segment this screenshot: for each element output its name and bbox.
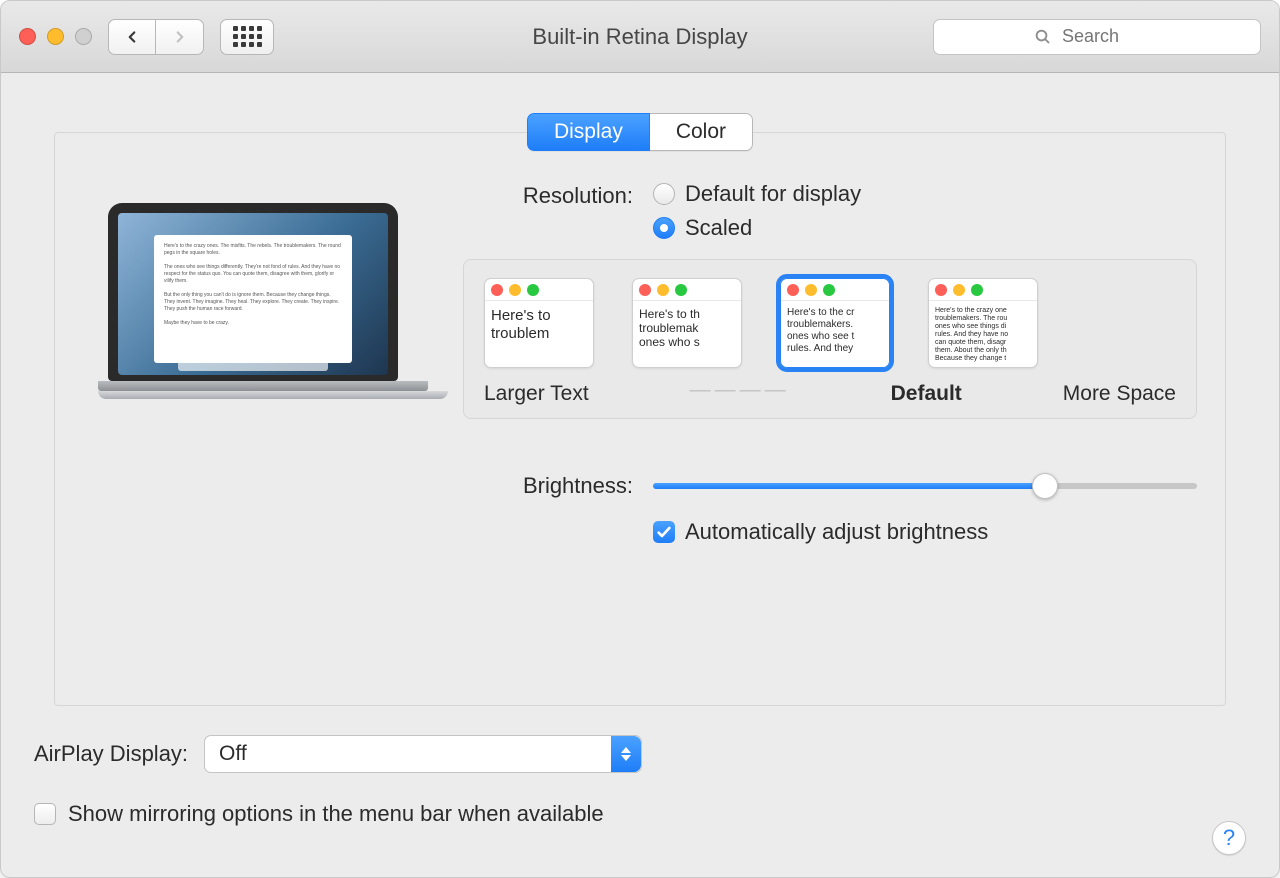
scale-axis-right: More Space	[1063, 382, 1176, 406]
tab-color[interactable]: Color	[650, 113, 753, 151]
resolution-default-radio[interactable]: Default for display	[653, 181, 861, 207]
airplay-select[interactable]: Off	[204, 735, 642, 773]
radio-label: Default for display	[685, 181, 861, 207]
bottom-section: AirPlay Display: Off Show mirroring opti…	[34, 735, 1246, 827]
resolution-label: Resolution:	[463, 181, 633, 209]
scale-option-4[interactable]: Here's to the crazy one troublemakers. T…	[928, 278, 1038, 368]
pane-tabs: Display Color	[1, 113, 1279, 151]
radio-icon	[653, 183, 675, 205]
window-controls	[19, 28, 92, 45]
radio-checked-icon	[653, 217, 675, 239]
scale-preview-text: Here's to the cr troublemakers. ones who…	[781, 301, 889, 361]
radio-label: Scaled	[685, 215, 752, 241]
minimize-window-button[interactable]	[47, 28, 64, 45]
scale-option-3-selected[interactable]: Here's to the cr troublemakers. ones who…	[780, 278, 890, 368]
titlebar: Built-in Retina Display	[1, 1, 1279, 73]
tab-display[interactable]: Display	[527, 113, 650, 151]
scale-preview-text: Here's to troublem	[485, 301, 593, 349]
mirroring-label: Show mirroring options in the menu bar w…	[68, 801, 604, 827]
scale-option-2[interactable]: Here's to th troublemak ones who s	[632, 278, 742, 368]
help-button[interactable]: ?	[1212, 821, 1246, 855]
grid-icon	[233, 26, 262, 47]
chevron-left-icon	[123, 28, 141, 46]
stepper-arrows-icon	[611, 736, 641, 772]
laptop-preview: Here's to the crazy ones. The misfits. T…	[83, 181, 423, 681]
search-field[interactable]	[933, 19, 1261, 55]
auto-brightness-label: Automatically adjust brightness	[685, 519, 988, 545]
nav-back-forward	[108, 19, 204, 55]
checkmark-icon	[656, 524, 672, 540]
preferences-window: Built-in Retina Display Display Color He…	[0, 0, 1280, 878]
scale-axis-default: Default	[891, 382, 962, 406]
auto-brightness-checkbox[interactable]	[653, 521, 675, 543]
resolution-scaled-radio[interactable]: Scaled	[653, 215, 861, 241]
laptop-preview-text: Here's to the crazy ones. The misfits. T…	[154, 235, 352, 363]
brightness-slider[interactable]	[653, 474, 1197, 498]
airplay-label: AirPlay Display:	[34, 741, 188, 767]
zoom-window-button[interactable]	[75, 28, 92, 45]
scale-axis-left: Larger Text	[484, 382, 589, 406]
back-button[interactable]	[108, 19, 156, 55]
scale-preview-text: Here's to the crazy one troublemakers. T…	[929, 301, 1037, 368]
airplay-value: Off	[219, 742, 247, 766]
forward-button[interactable]	[156, 19, 204, 55]
scale-preview-text: Here's to th troublemak ones who s	[633, 301, 741, 355]
search-input[interactable]	[1062, 26, 1242, 47]
help-icon: ?	[1223, 825, 1235, 851]
scale-option-1[interactable]: Here's to troublem	[484, 278, 594, 368]
scale-axis-divider: ————	[690, 378, 790, 402]
search-icon	[1034, 28, 1052, 46]
show-all-button[interactable]	[220, 19, 274, 55]
chevron-right-icon	[171, 28, 189, 46]
dock-icon	[178, 359, 328, 371]
mirroring-checkbox[interactable]	[34, 803, 56, 825]
display-panel: Here's to the crazy ones. The misfits. T…	[54, 132, 1226, 706]
close-window-button[interactable]	[19, 28, 36, 45]
brightness-label: Brightness:	[463, 473, 633, 499]
slider-knob-icon	[1032, 473, 1058, 499]
scaled-resolution-picker: Here's to troublem Here's to th troublem…	[463, 259, 1197, 419]
